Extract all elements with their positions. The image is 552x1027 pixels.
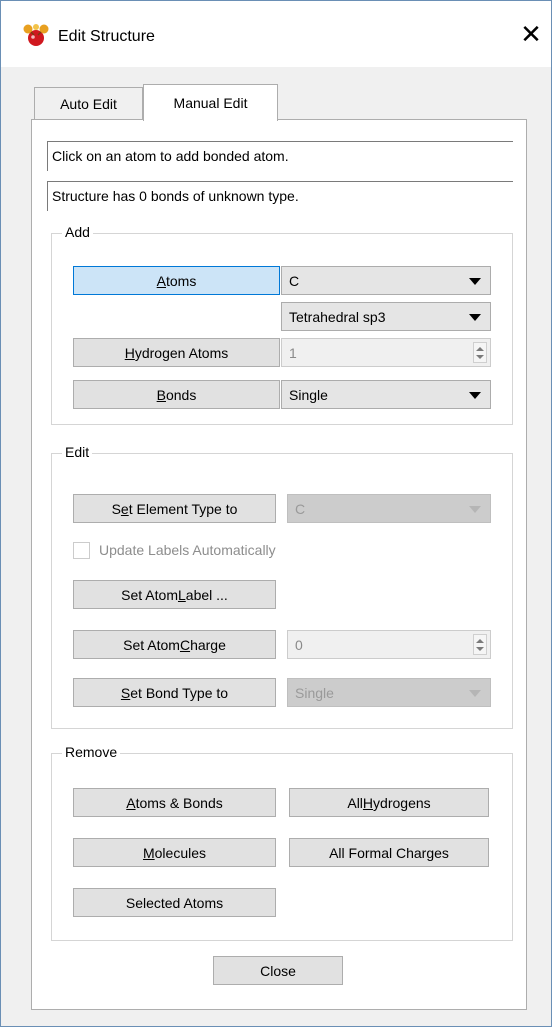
set-atom-label-button[interactable]: Set Atom Label ... xyxy=(73,580,276,609)
bond-type-select[interactable]: Single xyxy=(281,380,491,409)
update-labels-checkbox[interactable] xyxy=(73,542,90,559)
add-group-label: Add xyxy=(62,224,93,240)
edit-element-select[interactable]: C xyxy=(287,494,491,523)
remove-selected-atoms-button[interactable]: Selected Atoms xyxy=(73,888,276,917)
add-bonds-button[interactable]: Bonds xyxy=(73,380,280,409)
set-bond-type-button[interactable]: Set Bond Type to xyxy=(73,678,276,707)
add-atoms-button[interactable]: Atoms xyxy=(73,266,280,295)
close-window-icon[interactable]: ✕ xyxy=(517,21,545,49)
remove-group-label: Remove xyxy=(62,744,121,760)
edit-bond-type-select[interactable]: Single xyxy=(287,678,491,707)
element-select[interactable]: C xyxy=(281,266,491,295)
chevron-down-icon xyxy=(469,392,481,399)
set-element-type-button[interactable]: Set Element Type to xyxy=(73,494,276,523)
update-labels-label: Update Labels Automatically xyxy=(99,542,276,558)
remove-molecules-button[interactable]: Molecules xyxy=(73,838,276,867)
spinner-arrows-icon[interactable] xyxy=(473,634,487,655)
chevron-down-icon xyxy=(469,314,481,321)
close-button[interactable]: Close xyxy=(213,956,343,985)
remove-all-hydrogens-button[interactable]: All Hydrogens xyxy=(289,788,489,817)
remove-all-formal-charges-button[interactable]: All Formal Charges xyxy=(289,838,489,867)
edit-group-label: Edit xyxy=(62,444,93,460)
remove-atoms-bonds-button[interactable]: Atoms & Bonds xyxy=(73,788,276,817)
set-atom-charge-button[interactable]: Set Atom Charge xyxy=(73,630,276,659)
add-hydrogen-atoms-button[interactable]: Hydrogen Atoms xyxy=(73,338,280,367)
chevron-down-icon xyxy=(469,690,481,697)
molecule-app-icon xyxy=(23,24,49,46)
bond-status-message: Structure has 0 bonds of unknown type. xyxy=(47,181,513,211)
tab-auto-edit[interactable]: Auto Edit xyxy=(34,87,143,120)
hydrogen-count-stepper[interactable]: 1 xyxy=(281,338,491,367)
spinner-arrows-icon[interactable] xyxy=(473,342,487,363)
chevron-down-icon xyxy=(469,506,481,513)
edit-structure-dialog: Edit Structure ✕ Auto Edit Manual Edit C… xyxy=(0,0,552,1027)
title-bar: Edit Structure ✕ xyxy=(1,1,551,67)
tab-manual-edit[interactable]: Manual Edit xyxy=(143,84,278,121)
status-message: Click on an atom to add bonded atom. xyxy=(47,141,513,171)
geometry-select[interactable]: Tetrahedral sp3 xyxy=(281,302,491,331)
window-title: Edit Structure xyxy=(58,28,155,45)
atom-charge-stepper[interactable]: 0 xyxy=(287,630,491,659)
chevron-down-icon xyxy=(469,278,481,285)
